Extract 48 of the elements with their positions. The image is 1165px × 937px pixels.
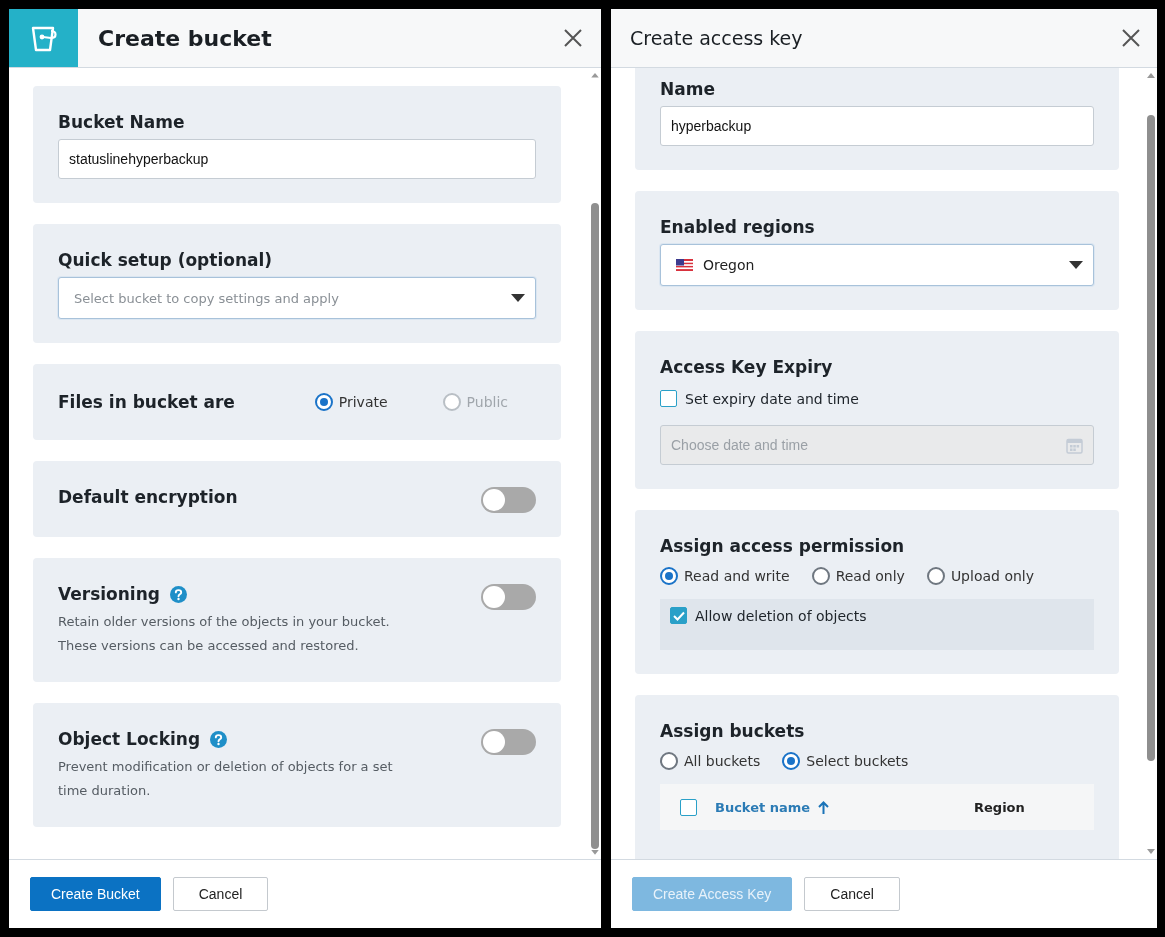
field-label: Name: [660, 79, 715, 99]
help-icon[interactable]: [169, 585, 187, 603]
check-icon: [672, 610, 685, 621]
create-button[interactable]: Create Bucket: [30, 877, 161, 911]
radio-option[interactable]: Read only: [811, 567, 905, 585]
field-label: Quick setup (optional): [58, 250, 273, 270]
select-all-checkbox[interactable]: [680, 798, 697, 816]
field-label: Enabled regions: [660, 217, 815, 237]
scroll-up-icon[interactable]: [590, 71, 600, 79]
toggle-switch[interactable]: [481, 584, 536, 610]
panel-title: Create bucket: [98, 25, 273, 51]
setting-label: Versioning: [58, 584, 160, 604]
close-icon[interactable]: [1122, 29, 1140, 47]
name-field[interactable]: hyperbackup: [660, 106, 1094, 146]
expiry-checkbox[interactable]: Set expiry date and time: [660, 390, 859, 407]
cancel-button[interactable]: Cancel: [804, 877, 900, 911]
section-title: Assign buckets: [660, 721, 805, 741]
allow-deletion-checkbox[interactable]: Allow deletion of objects: [670, 607, 1084, 624]
region-dropdown[interactable]: Oregon: [660, 244, 1094, 286]
setting-label: Object Locking: [58, 729, 201, 749]
radio-option[interactable]: Select buckets: [782, 752, 909, 770]
radio-option[interactable]: All buckets: [660, 752, 761, 770]
field-label: Bucket Name: [58, 112, 185, 132]
setting-description: Retain older versions of the objects in your bucket. These versions can be accessed and restored.: [58, 613, 390, 655]
setting-description: Prevent modification or deletion of objects for a set time duration.: [58, 758, 393, 800]
radio-option[interactable]: Read and write: [660, 567, 790, 585]
section-title: Access Key Expiry: [660, 357, 833, 377]
close-icon[interactable]: [564, 29, 582, 47]
help-icon[interactable]: [210, 730, 228, 748]
caret-icon: [1069, 261, 1083, 269]
toggle-switch[interactable]: [481, 487, 536, 513]
column-header[interactable]: Region: [974, 799, 1025, 815]
radio-option[interactable]: Upload only: [926, 567, 1034, 585]
caret-icon: [511, 294, 525, 302]
sort-up-arrow-icon[interactable]: [818, 800, 830, 814]
flag-icon: [676, 259, 693, 271]
setting-label: Default encryption: [58, 487, 238, 507]
scroll-up-icon[interactable]: [1146, 71, 1156, 79]
bucket-name-field[interactable]: statuslinehyperbackup: [58, 139, 536, 179]
calendar-icon: [1066, 436, 1083, 454]
section-title: Assign access permission: [660, 536, 905, 556]
toggle-switch[interactable]: [481, 729, 536, 755]
radio-option[interactable]: Private: [314, 393, 388, 411]
panel-title: Create access key: [630, 27, 804, 49]
cancel-button[interactable]: Cancel: [172, 877, 269, 911]
column-header[interactable]: Bucket name: [715, 799, 811, 815]
scroll-down-icon[interactable]: [1146, 848, 1156, 856]
field-label: Files in bucket are: [58, 392, 236, 412]
